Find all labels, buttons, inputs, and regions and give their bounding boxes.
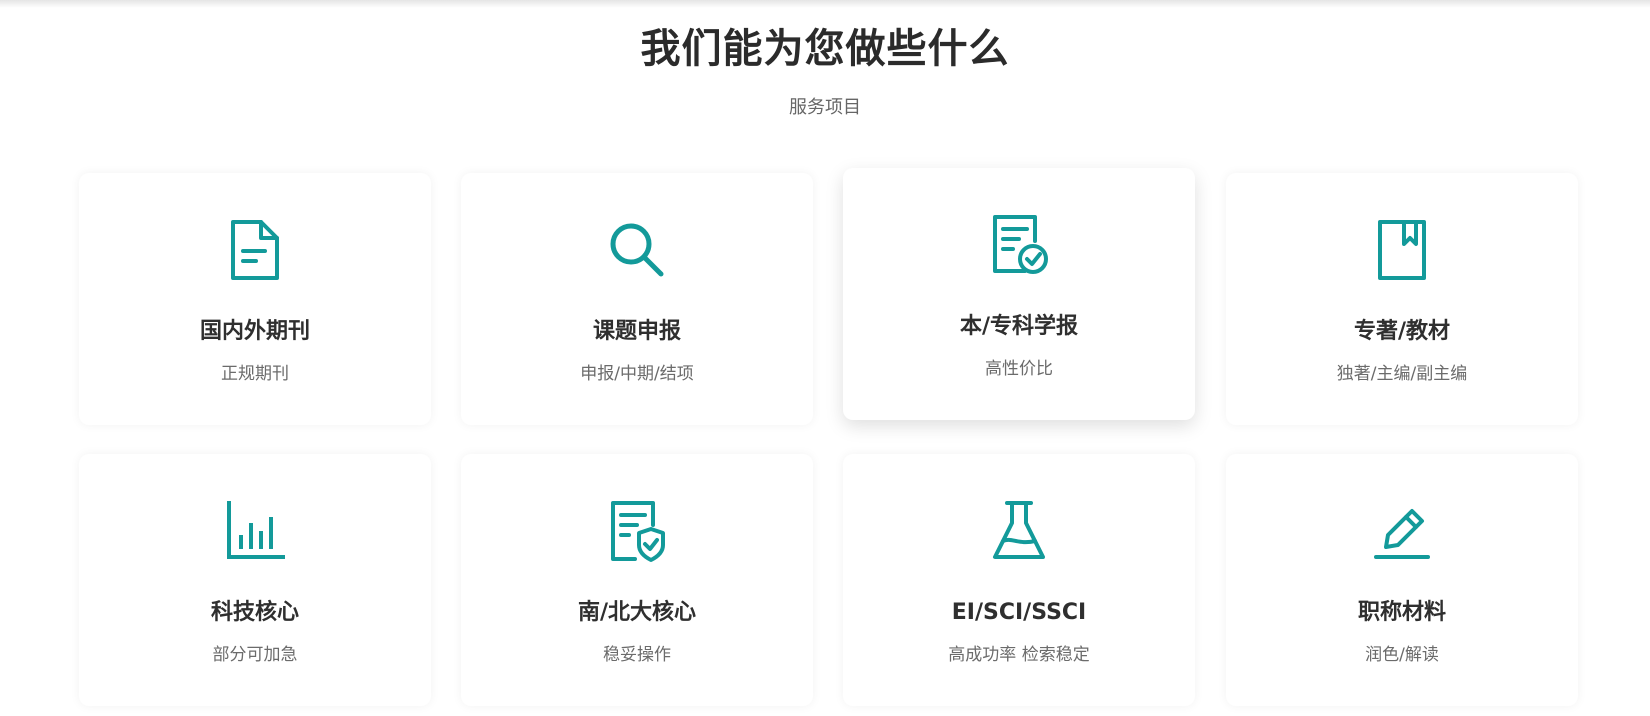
service-title: 国内外期刊 (199, 319, 310, 344)
service-desc: 正规期刊 (221, 364, 289, 384)
book-icon (1226, 215, 1578, 285)
service-title: 专著/教材 (1353, 319, 1451, 344)
certificate-check-icon (843, 210, 1195, 280)
service-card-tech-core[interactable]: 科技核心 部分可加急 (79, 454, 431, 706)
service-title: 课题申报 (592, 319, 681, 344)
service-title: 职称材料 (1357, 600, 1446, 625)
service-desc: 部分可加急 (212, 645, 298, 665)
search-icon (461, 215, 813, 285)
flask-icon (843, 496, 1195, 566)
document-shield-icon (461, 496, 813, 566)
service-card-monographs[interactable]: 专著/教材 独著/主编/副主编 (1226, 173, 1578, 425)
service-card-sci[interactable]: EI/SCI/SSCI 高成功率 检索稳定 (843, 454, 1195, 706)
service-desc: 高成功率 检索稳定 (948, 645, 1090, 665)
service-desc: 高性价比 (985, 359, 1053, 379)
service-title: 科技核心 (210, 600, 299, 625)
service-card-pku-core[interactable]: 南/北大核心 稳妥操作 (461, 454, 813, 706)
service-card-projects[interactable]: 课题申报 申报/中期/结项 (461, 173, 813, 425)
service-title: EI/SCI/SSCI (951, 600, 1087, 625)
service-desc: 润色/解读 (1365, 645, 1439, 665)
pencil-edit-icon (1226, 496, 1578, 566)
service-title: 本/专科学报 (959, 314, 1079, 339)
service-card-journals[interactable]: 国内外期刊 正规期刊 (79, 173, 431, 425)
bar-chart-icon (79, 496, 431, 566)
section-title: 我们能为您做些什么 (640, 26, 1010, 72)
document-icon (79, 215, 431, 285)
service-desc: 申报/中期/结项 (580, 364, 694, 384)
service-desc: 独著/主编/副主编 (1336, 364, 1468, 384)
service-card-college-journals[interactable]: 本/专科学报 高性价比 (843, 168, 1195, 420)
service-card-title-materials[interactable]: 职称材料 润色/解读 (1226, 454, 1578, 706)
service-title: 南/北大核心 (577, 600, 697, 625)
header-shadow (0, 0, 1650, 8)
service-desc: 稳妥操作 (603, 645, 671, 665)
section-subtitle: 服务项目 (789, 97, 861, 118)
